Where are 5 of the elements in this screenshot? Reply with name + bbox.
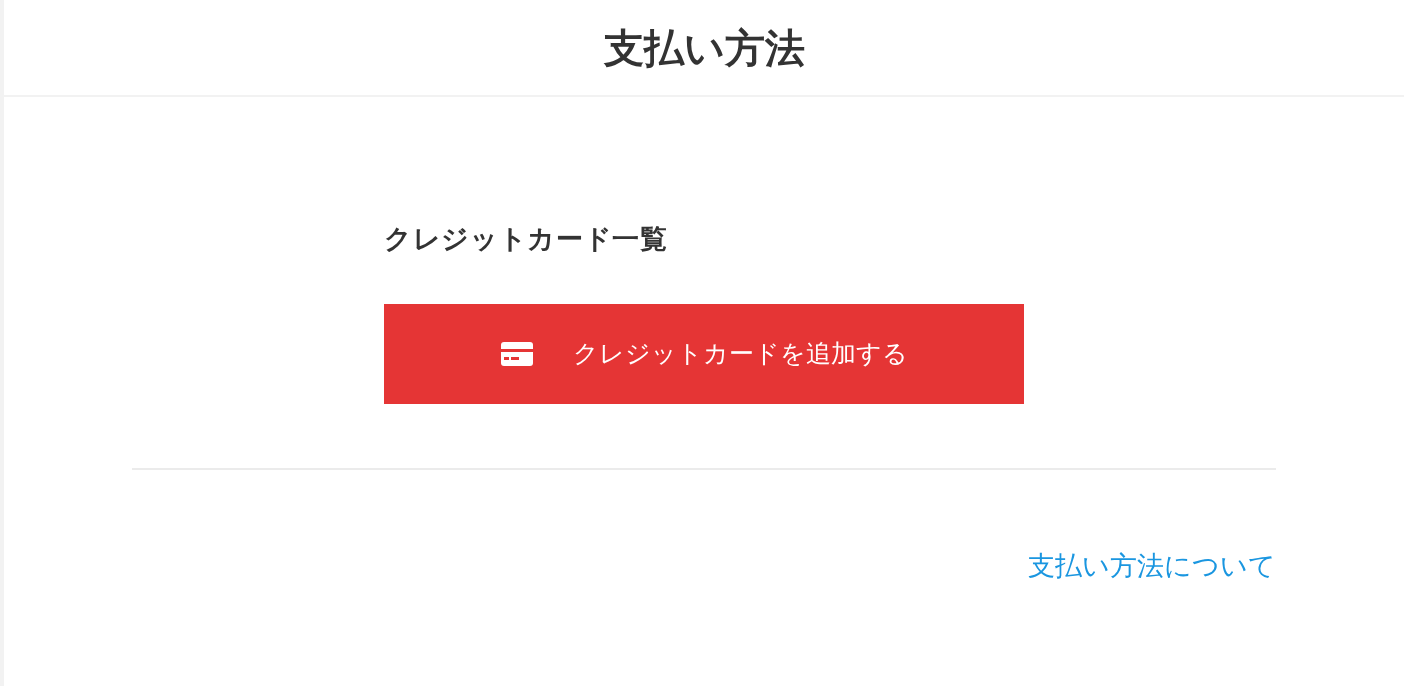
- payment-info-link[interactable]: 支払い方法について: [1028, 545, 1276, 586]
- add-card-button[interactable]: クレジットカードを追加する: [384, 303, 1024, 404]
- page-title: 支払い方法: [603, 24, 805, 72]
- section-heading: クレジットカード一覧: [384, 223, 669, 256]
- credit-card-icon: [500, 341, 533, 366]
